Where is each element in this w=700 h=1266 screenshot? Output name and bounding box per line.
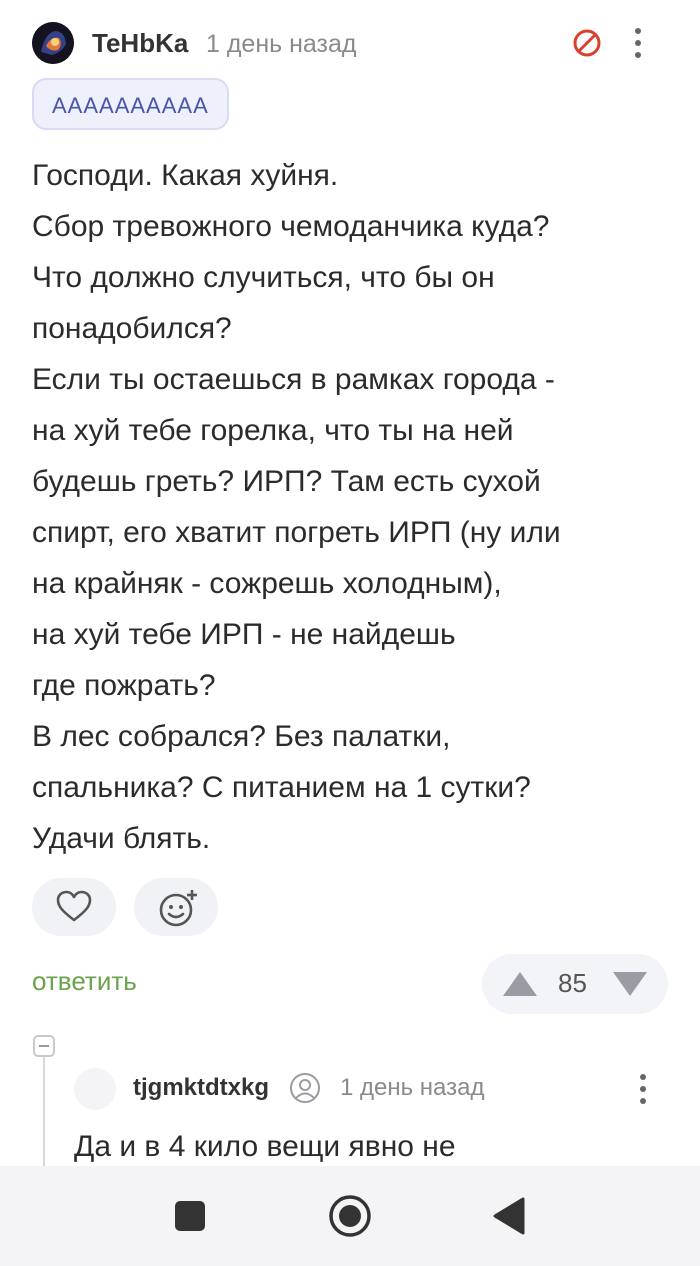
reply-time: 1 день назад: [340, 1074, 485, 1101]
avatar[interactable]: [32, 22, 74, 64]
thread-line: [43, 1046, 45, 1166]
more-vertical-icon[interactable]: [628, 25, 648, 61]
comment-author[interactable]: TeHbKa: [92, 28, 188, 59]
comment-line: Удачи блять.: [32, 822, 211, 855]
comment-line: на хуй тебе ИРП - не найдешь: [32, 618, 456, 651]
rating-box: 85: [482, 954, 668, 1014]
more-vertical-icon[interactable]: [633, 1071, 653, 1107]
user-icon: [289, 1072, 321, 1104]
comment-body: Господи. Какая хуйня. Сбор тревожного че…: [32, 150, 672, 864]
comment-tag[interactable]: АААААААААА: [32, 78, 229, 130]
comment-line: где пожрать?: [32, 669, 216, 702]
home-icon[interactable]: [328, 1194, 372, 1238]
rating-count: 85: [558, 968, 587, 998]
comment-line: на крайняк - сожрешь холодным),: [32, 567, 502, 600]
comment-header: TeHbKa 1 день назад: [32, 22, 672, 66]
comment-line: Господи. Какая хуйня.: [32, 159, 339, 192]
collapse-thread-button[interactable]: [33, 1035, 55, 1057]
comment-line: Сбор тревожного чемоданчика куда?: [32, 210, 550, 243]
arrow-up-icon[interactable]: [500, 968, 540, 1000]
comment-line: Что должно случиться, что бы он: [32, 261, 495, 294]
comment-time: 1 день назад: [206, 30, 357, 58]
add-emoji-icon: [159, 890, 197, 927]
reply-author[interactable]: tjgmktdtxkg: [133, 1074, 269, 1102]
recents-icon[interactable]: [174, 1200, 206, 1232]
block-icon[interactable]: [571, 27, 603, 59]
reply-avatar[interactable]: [74, 1068, 116, 1110]
system-nav-bar: [0, 1166, 700, 1266]
comment-line: понадобился?: [32, 312, 232, 345]
comment-line: на хуй тебе горелка, что ты на ней: [32, 414, 514, 447]
add-reaction-button[interactable]: [134, 878, 218, 936]
reply-text: Да и в 4 кило вещи явно не: [74, 1130, 456, 1163]
comment-line: спирт, его хватит погреть ИРП (ну или: [32, 516, 561, 549]
like-button[interactable]: [32, 878, 116, 936]
comment-line: спальника? С питанием на 1 сутки?: [32, 771, 531, 804]
arrow-down-icon[interactable]: [610, 968, 650, 1000]
heart-icon: [56, 890, 92, 922]
reply-button[interactable]: ответить: [32, 966, 137, 997]
comment-line: будешь греть? ИРП? Там есть сухой: [32, 465, 541, 498]
back-icon[interactable]: [492, 1196, 526, 1236]
comment-line: Если ты остаешься в рамках города -: [32, 363, 555, 396]
comment-line: В лес собрался? Без палатки,: [32, 720, 451, 753]
